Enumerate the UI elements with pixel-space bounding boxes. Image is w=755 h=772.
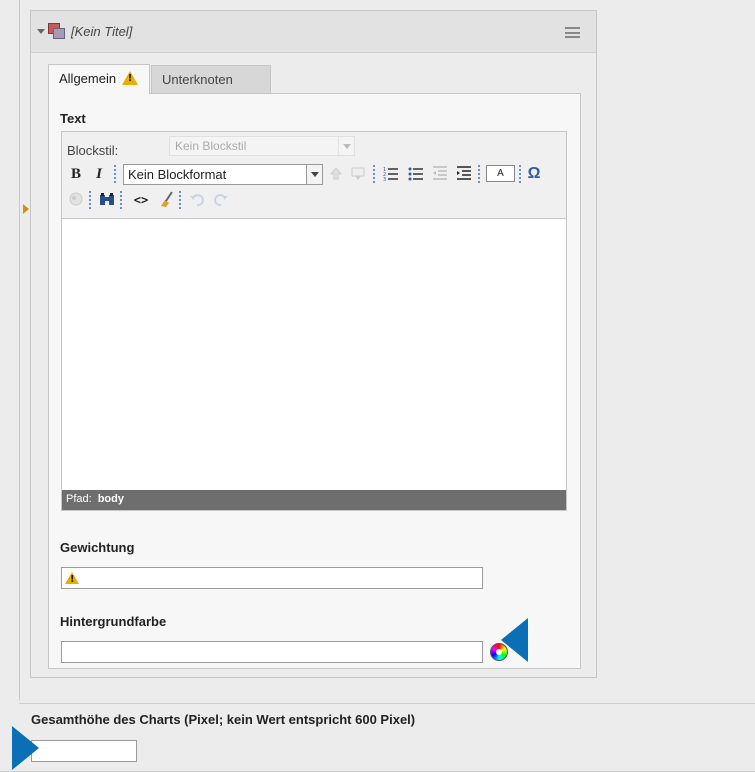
font-color-button[interactable]: A xyxy=(486,165,515,182)
outdent-icon xyxy=(431,165,449,183)
collapse-triangle-icon[interactable] xyxy=(37,29,45,34)
special-char-button[interactable]: Ω xyxy=(525,165,543,183)
text-field-label: Text xyxy=(60,111,86,126)
expand-marker-icon[interactable] xyxy=(23,204,29,214)
toolbar-separator xyxy=(478,165,480,183)
blockstil-select: Kein Blockstil xyxy=(169,136,355,156)
blockstil-value: Kein Blockstil xyxy=(175,139,247,153)
chevron-down-icon xyxy=(338,137,354,155)
source-code-button[interactable]: <> xyxy=(132,191,150,209)
blockstil-label: Blockstil: xyxy=(67,143,119,158)
hintergrundfarbe-input[interactable] xyxy=(61,641,483,663)
tab-unterknoten[interactable]: Unterknoten xyxy=(151,65,271,93)
indent-icon[interactable] xyxy=(455,165,473,183)
panel-title: [Kein Titel] xyxy=(71,24,133,39)
tab-label: Unterknoten xyxy=(162,72,233,87)
editor-path-bar: Pfad: body xyxy=(62,490,566,510)
move-up-icon xyxy=(327,165,345,183)
undo-icon xyxy=(188,191,206,209)
chevron-down-icon xyxy=(306,165,322,184)
panel-header: [Kein Titel] xyxy=(31,11,596,53)
find-binoculars-icon[interactable] xyxy=(98,191,116,209)
clear-format-broom-icon[interactable] xyxy=(157,191,175,209)
toolbar-separator xyxy=(120,191,122,209)
italic-button[interactable]: I xyxy=(90,165,108,183)
blockformat-value: Kein Blockformat xyxy=(128,167,227,182)
chart-height-input[interactable] xyxy=(31,740,137,762)
redo-icon xyxy=(212,191,230,209)
content-node-icon xyxy=(48,23,65,39)
hamburger-menu-icon[interactable] xyxy=(565,27,580,38)
tab-content: Text Blockstil: Kein Blockstil B I Kein … xyxy=(48,93,581,669)
pointer-arrow-icon xyxy=(501,618,528,662)
spellcheck-icon xyxy=(67,191,85,209)
tab-label: Allgemein xyxy=(59,71,117,86)
tab-allgemein[interactable]: Allgemein xyxy=(48,64,150,94)
path-value[interactable]: body xyxy=(98,493,124,505)
toolbar-separator xyxy=(89,191,91,209)
toolbar-separator xyxy=(114,165,116,183)
rich-text-editor: Blockstil: Kein Blockstil B I Kein Block… xyxy=(61,131,567,511)
svg-text:3: 3 xyxy=(383,177,386,181)
path-label: Pfad: xyxy=(66,493,92,505)
gewichtung-input[interactable] xyxy=(61,567,483,589)
ordered-list-icon[interactable]: 123 xyxy=(382,165,400,183)
bold-button[interactable]: B xyxy=(67,165,85,183)
move-down-icon xyxy=(349,165,367,183)
editor-toolbar: Blockstil: Kein Blockstil B I Kein Block… xyxy=(62,132,566,219)
content-panel: [Kein Titel] Allgemein Unterknoten Text … xyxy=(30,10,597,678)
toolbar-separator xyxy=(179,191,181,209)
editor-content-area[interactable] xyxy=(62,220,566,490)
bullet-list-icon[interactable] xyxy=(407,165,425,183)
toolbar-separator xyxy=(519,165,521,183)
left-border-rule xyxy=(19,0,20,700)
pointer-arrow-icon xyxy=(12,726,39,770)
section-divider xyxy=(19,703,755,704)
warning-icon xyxy=(121,71,138,85)
hintergrundfarbe-label: Hintergrundfarbe xyxy=(60,614,167,629)
toolbar-separator xyxy=(373,165,375,183)
warning-icon xyxy=(65,572,79,585)
blockformat-select[interactable]: Kein Blockformat xyxy=(123,164,323,185)
gewichtung-label: Gewichtung xyxy=(60,540,135,555)
chart-height-label: Gesamthöhe des Charts (Pixel; kein Wert … xyxy=(31,712,416,727)
